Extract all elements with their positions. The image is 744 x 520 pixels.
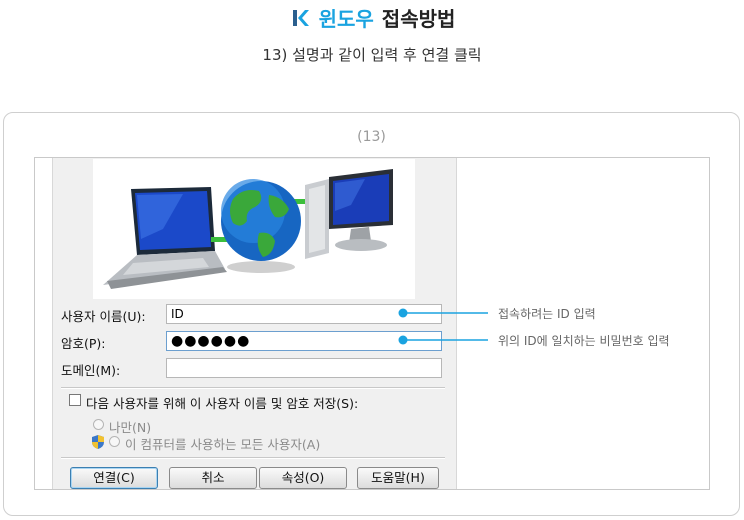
callout-pw-text: 위의 ID에 일치하는 비밀번호 입력 bbox=[498, 334, 670, 348]
callout-id-text: 접속하려는 ID 입력 bbox=[498, 307, 596, 321]
callout-lines bbox=[398, 308, 488, 345]
